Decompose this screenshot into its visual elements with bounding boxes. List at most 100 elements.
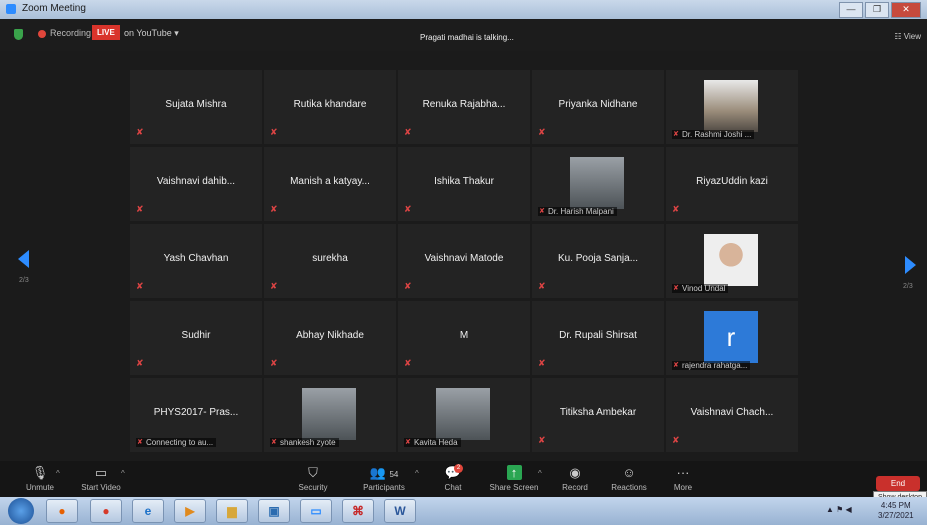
start-button[interactable] [8, 498, 34, 524]
end-meeting-button[interactable]: End [876, 476, 920, 491]
participant-name-label: shankesh zyote [270, 438, 339, 447]
windows-taskbar: ● ● e ▶ ▆ ▣ ▭ ⌘ W ▲ ⚑ ◀ 4:45 PM 3/27/202… [0, 497, 927, 525]
record-icon: ◉ [569, 465, 581, 480]
participant-name: M [459, 330, 469, 341]
share-options-caret-icon[interactable]: ^ [538, 469, 542, 478]
participant-tile[interactable]: Sudhir ✘ [130, 301, 262, 375]
participant-tile[interactable]: Sujata Mishra ✘ [130, 70, 262, 144]
video-options-caret-icon[interactable]: ^ [121, 469, 125, 478]
reactions-button[interactable]: ☺ Reactions [609, 465, 649, 492]
start-video-label: Start Video [81, 483, 121, 492]
muted-mic-icon: ✘ [270, 204, 278, 214]
participant-tile[interactable]: Vaishnavi dahib... ✘ [130, 147, 262, 221]
recording-label[interactable]: Recording [50, 28, 91, 38]
avatar-initial: r [704, 311, 758, 363]
muted-mic-icon: ✘ [672, 204, 680, 214]
muted-mic-icon: ✘ [538, 435, 546, 445]
window-title: Zoom Meeting [22, 3, 86, 14]
participant-name: Dr. Rupali Shirsat [559, 330, 637, 341]
pdf-icon[interactable]: ⌘ [342, 499, 374, 523]
security-button[interactable]: ⛉ Security [294, 465, 332, 492]
unmute-button[interactable]: 🎙 Unmute [20, 465, 60, 492]
participant-tile[interactable]: PHYS2017- Pras... Connecting to au... [130, 378, 262, 452]
page-indicator-left: 2/3 [19, 277, 29, 284]
participant-tile[interactable]: Abhay Nikhade ✘ [264, 301, 396, 375]
audio-options-caret-icon[interactable]: ^ [56, 469, 60, 478]
participant-tile[interactable]: Vaishnavi Matode ✘ [398, 224, 530, 298]
participant-name: Rutika khandare [293, 99, 367, 110]
muted-mic-icon: ✘ [672, 435, 680, 445]
media-player-icon[interactable]: ▶ [174, 499, 206, 523]
firefox-icon[interactable]: ● [46, 499, 78, 523]
participant-tile[interactable]: Ku. Pooja Sanja... ✘ [532, 224, 664, 298]
meeting-toolbar: 🎙 Unmute ^ ▭ Start Video ^ ⛉ Security 👥 … [0, 461, 927, 497]
muted-mic-icon: ✘ [404, 358, 412, 368]
participant-status-label: Connecting to au... [136, 438, 217, 447]
grid-view-icon: ☷ [894, 32, 902, 41]
participant-tile[interactable]: Titiksha Ambekar ✘ [532, 378, 664, 452]
shield-icon[interactable] [14, 29, 23, 40]
participants-button[interactable]: 👥 54 Participants [360, 465, 408, 492]
recording-dot-icon [38, 30, 46, 38]
word-icon[interactable]: W [384, 499, 416, 523]
maximize-button[interactable]: ❐ [865, 2, 889, 18]
muted-mic-icon: ✘ [136, 281, 144, 291]
view-button-label: View [903, 32, 921, 41]
participant-tile[interactable]: surekha ✘ [264, 224, 396, 298]
participant-tile[interactable]: Rutika khandare ✘ [264, 70, 396, 144]
participant-name: Manish a katyay... [290, 176, 370, 187]
muted-mic-icon: ✘ [136, 127, 144, 137]
chrome-icon[interactable]: ● [90, 499, 122, 523]
clock-date: 3/27/2021 [878, 511, 914, 520]
next-page-arrow-icon[interactable] [905, 256, 916, 274]
participant-tile[interactable]: Dr. Rupali Shirsat ✘ [532, 301, 664, 375]
participant-tile[interactable]: Manish a katyay... ✘ [264, 147, 396, 221]
participant-name: Renuka Rajabha... [422, 99, 506, 110]
live-badge[interactable]: LIVE [92, 25, 120, 40]
view-button[interactable]: ☷ View [894, 32, 921, 41]
participant-name: Yash Chavhan [163, 253, 229, 264]
share-screen-button[interactable]: ↑ Share Screen [488, 465, 540, 492]
participant-video [302, 388, 356, 440]
share-screen-label: Share Screen [489, 483, 539, 492]
participant-tile[interactable]: Renuka Rajabha... ✘ [398, 70, 530, 144]
participant-tile[interactable]: Dr. Harish Malpani [532, 147, 664, 221]
start-video-button[interactable]: ▭ Start Video [78, 465, 124, 492]
share-screen-icon: ↑ [506, 465, 522, 480]
system-tray-icons[interactable]: ▲ ⚑ ◀ [826, 505, 852, 514]
participant-tile[interactable]: rrajendra rahatga... [666, 301, 798, 375]
minimize-button[interactable]: — [839, 2, 863, 18]
participant-tile[interactable]: Dr. Rashmi Joshi ... [666, 70, 798, 144]
muted-mic-icon: ✘ [538, 281, 546, 291]
explorer-icon[interactable]: ▣ [258, 499, 290, 523]
video-off-icon: ▭ [94, 465, 108, 480]
participant-tile[interactable]: M ✘ [398, 301, 530, 375]
participant-name: Sudhir [181, 330, 211, 341]
more-button[interactable]: ··· More [670, 465, 696, 492]
participant-tile[interactable]: shankesh zyote [264, 378, 396, 452]
participant-tile[interactable]: Priyanka Nidhane ✘ [532, 70, 664, 144]
participant-video [570, 157, 624, 209]
participant-video [704, 80, 758, 132]
participant-tile[interactable]: Ishika Thakur ✘ [398, 147, 530, 221]
folder-icon[interactable]: ▆ [216, 499, 248, 523]
participant-name-label: Vinod Undal [672, 284, 729, 293]
muted-mic-icon: ✘ [270, 281, 278, 291]
unmute-label: Unmute [25, 483, 54, 492]
participant-tile[interactable]: RiyazUddin kazi ✘ [666, 147, 798, 221]
close-button[interactable]: ✕ [891, 2, 921, 18]
participant-tile[interactable]: Vaishnavi Chach... ✘ [666, 378, 798, 452]
zoom-taskbar-icon[interactable]: ▭ [300, 499, 332, 523]
participant-tile[interactable]: Kavita Heda [398, 378, 530, 452]
live-stream-dropdown[interactable]: on YouTube ▾ [124, 28, 179, 39]
participant-tile[interactable]: Vinod Undal [666, 224, 798, 298]
participant-tile[interactable]: Yash Chavhan ✘ [130, 224, 262, 298]
ie-icon[interactable]: e [132, 499, 164, 523]
participants-icon: 👥 54 [369, 465, 399, 480]
previous-page-arrow-icon[interactable] [18, 250, 29, 268]
taskbar-clock[interactable]: 4:45 PM 3/27/2021 [878, 501, 914, 521]
participant-name-label: Dr. Harish Malpani [538, 207, 617, 216]
participants-caret-icon[interactable]: ^ [415, 469, 419, 478]
record-button[interactable]: ◉ Record [560, 465, 590, 492]
reactions-icon: ☺ [622, 465, 636, 480]
